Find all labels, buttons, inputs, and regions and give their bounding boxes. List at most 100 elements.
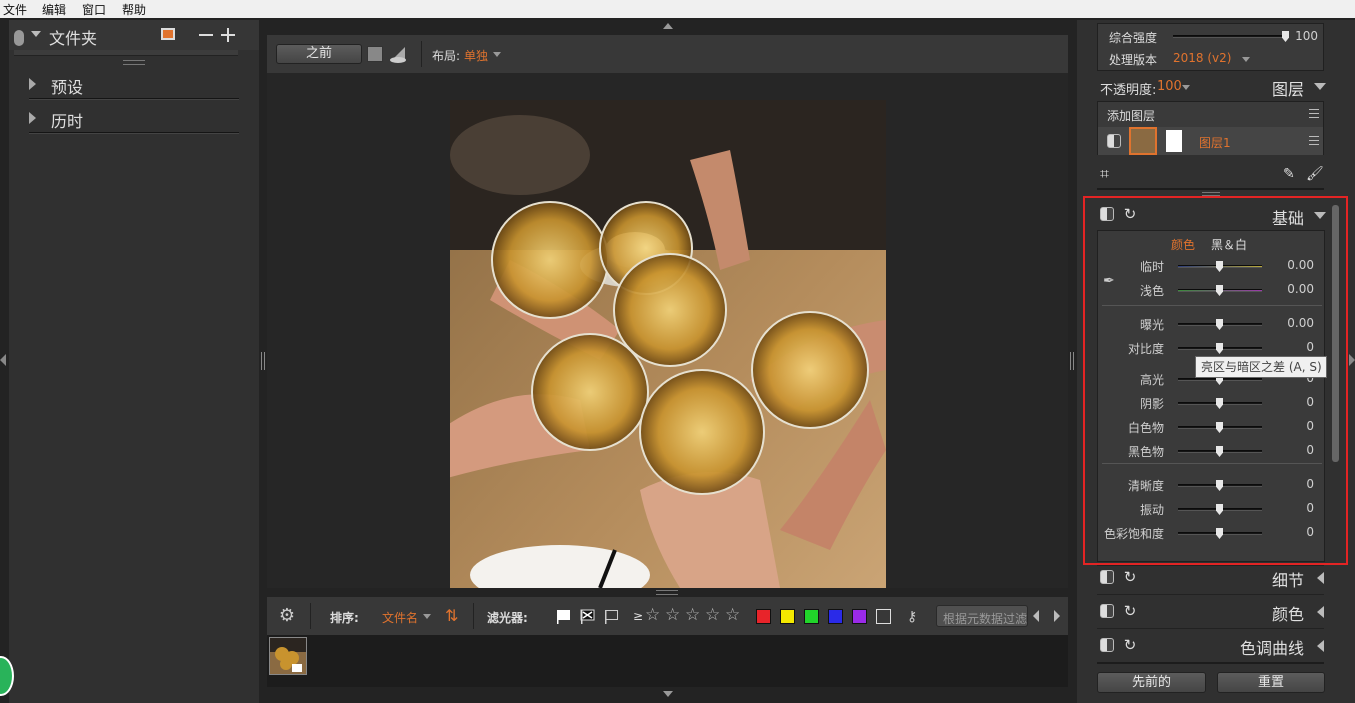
flag-icon[interactable] — [556, 608, 572, 624]
sort-order-icon[interactable]: ⇅ — [445, 606, 459, 626]
slider-knob[interactable] — [1216, 422, 1223, 433]
before-button[interactable]: 之前 — [276, 44, 362, 64]
menu-window[interactable]: 窗口 — [82, 1, 106, 18]
color-title: 颜色 — [1272, 605, 1305, 624]
left-splitter[interactable] — [261, 352, 265, 370]
process-version-select[interactable]: 2018 (v2) — [1173, 51, 1231, 65]
menu-edit[interactable]: 编辑 — [42, 1, 66, 18]
slider-knob[interactable] — [1216, 528, 1223, 539]
slider-knob[interactable] — [1216, 398, 1223, 409]
collapse-left-icon[interactable] — [0, 354, 6, 366]
chevron-down-icon[interactable] — [423, 614, 431, 619]
reset-icon[interactable]: ↻ — [1122, 637, 1138, 653]
tone-curve-toggle-icon[interactable] — [1100, 638, 1114, 652]
overall-strength-label: 综合强度 — [1109, 31, 1158, 45]
chevron-down-icon[interactable] — [31, 31, 41, 37]
slider-knob[interactable] — [1216, 504, 1223, 515]
rating-operator[interactable]: ≥ — [633, 609, 643, 623]
color-label-green[interactable] — [804, 609, 819, 624]
sort-label: 排序: — [330, 611, 359, 625]
layer-row[interactable]: 图层1 — [1098, 127, 1323, 155]
collapse-right-icon[interactable] — [1349, 354, 1355, 366]
panel-color[interactable]: ↻ 颜色 — [1097, 600, 1324, 626]
filmstrip-grip[interactable] — [656, 590, 678, 595]
color-label-purple[interactable] — [852, 609, 867, 624]
opacity-select[interactable]: 100 — [1157, 79, 1182, 94]
tab-color[interactable]: 颜色 — [1171, 236, 1195, 253]
prev-arrow-icon[interactable] — [1033, 610, 1039, 622]
color-toggle-icon[interactable] — [1100, 604, 1114, 618]
star-1-icon[interactable]: ☆ — [645, 605, 660, 625]
basic-scrollbar[interactable] — [1332, 205, 1339, 462]
layer-mask-thumbnail[interactable] — [1166, 130, 1182, 152]
sort-select[interactable]: 文件名 — [382, 609, 418, 626]
brush-icon[interactable]: 🖌 — [1306, 166, 1324, 182]
folder-view-icon[interactable] — [161, 28, 175, 40]
metadata-filter-input[interactable]: 根据元数据过滤 — [936, 605, 1028, 627]
panel-tone-curve[interactable]: ↻ 色调曲线 — [1097, 634, 1324, 660]
expand-icon[interactable] — [1317, 572, 1324, 584]
color-label-yellow[interactable] — [780, 609, 795, 624]
tab-black-white[interactable]: 黑＆白 — [1211, 236, 1247, 253]
slider-knob[interactable] — [1216, 285, 1223, 296]
resize-grip[interactable] — [123, 60, 145, 65]
compare-view-icon[interactable] — [367, 46, 383, 62]
slider-knob[interactable] — [1216, 446, 1223, 457]
panel-detail[interactable]: ↻ 细节 — [1097, 566, 1324, 592]
color-label-none[interactable] — [876, 609, 891, 624]
reset-button[interactable]: 重置 — [1217, 672, 1325, 693]
slider-knob[interactable] — [1216, 480, 1223, 491]
star-5-icon[interactable]: ☆ — [725, 605, 740, 625]
minus-icon[interactable] — [199, 34, 213, 36]
star-4-icon[interactable]: ☆ — [705, 605, 720, 625]
basic-toggle-icon[interactable] — [1100, 207, 1114, 221]
overall-strength-slider[interactable] — [1173, 35, 1286, 38]
add-layer-label[interactable]: 添加图层 — [1107, 107, 1155, 124]
slider-knob[interactable] — [1216, 261, 1223, 272]
expand-icon[interactable] — [1317, 640, 1324, 652]
collapse-top-icon[interactable] — [663, 23, 673, 29]
slider-value: 0 — [1306, 443, 1314, 457]
right-splitter[interactable] — [1070, 352, 1074, 370]
reset-icon[interactable]: ↻ — [1122, 569, 1138, 585]
gear-icon[interactable]: ⚙ — [277, 606, 297, 626]
chevron-down-icon[interactable] — [1242, 57, 1250, 62]
basic-collapse-icon[interactable] — [1314, 212, 1326, 219]
menu-file[interactable]: 文件 — [3, 1, 27, 18]
menu-help[interactable]: 帮助 — [122, 1, 146, 18]
layers-collapse-icon[interactable] — [1314, 83, 1326, 90]
panel-toggle-icon[interactable] — [14, 30, 24, 46]
layer-name[interactable]: 图层1 — [1199, 134, 1231, 151]
detail-toggle-icon[interactable] — [1100, 570, 1114, 584]
layer-visibility-icon[interactable] — [1107, 134, 1121, 148]
slider-knob[interactable] — [1216, 319, 1223, 330]
chevron-down-icon[interactable] — [493, 52, 501, 57]
reset-icon[interactable]: ↻ — [1122, 603, 1138, 619]
reject-flag-icon[interactable] — [580, 608, 596, 624]
layout-label: 布局: — [432, 49, 461, 63]
previous-button[interactable]: 先前的 — [1097, 672, 1206, 693]
menu-icon[interactable] — [1309, 136, 1319, 145]
star-2-icon[interactable]: ☆ — [665, 605, 680, 625]
split-view-icon[interactable] — [389, 45, 407, 63]
reset-icon[interactable]: ↻ — [1122, 206, 1138, 222]
layer-thumbnail[interactable] — [1129, 127, 1157, 155]
menu-icon[interactable] — [1309, 109, 1319, 118]
unflag-icon[interactable] — [604, 608, 620, 624]
expand-icon[interactable] — [1317, 606, 1324, 618]
next-arrow-icon[interactable] — [1054, 610, 1060, 622]
color-label-blue[interactable] — [828, 609, 843, 624]
color-label-red[interactable] — [756, 609, 771, 624]
key-icon[interactable]: ⚷ — [907, 609, 923, 625]
star-3-icon[interactable]: ☆ — [685, 605, 700, 625]
chevron-down-icon[interactable] — [1182, 85, 1190, 90]
crop-icon[interactable]: ⌗ — [1100, 165, 1118, 183]
slider-knob[interactable] — [1216, 343, 1223, 354]
pencil-icon[interactable]: ✎ — [1283, 166, 1299, 182]
layout-select[interactable]: 单独 — [464, 47, 488, 64]
collapse-bottom-icon[interactable] — [663, 691, 673, 697]
thumbnail[interactable] — [269, 637, 307, 675]
filter-label: 滤光器: — [487, 611, 528, 625]
section-history[interactable]: 历时 — [29, 102, 239, 134]
section-presets[interactable]: 预设 — [29, 68, 239, 100]
